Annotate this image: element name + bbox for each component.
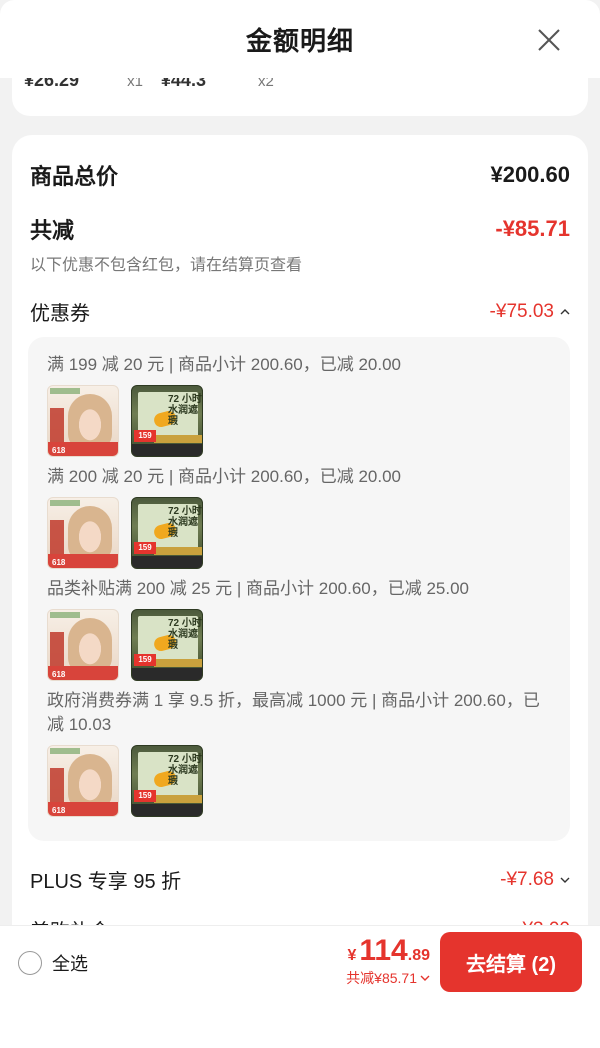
thumb-headline: 72 小时 水润遮瑕 xyxy=(168,618,202,651)
chevron-up-icon[interactable] xyxy=(560,307,570,317)
thumb-badge: 618 xyxy=(52,806,66,815)
thumb-price: 159 xyxy=(134,790,156,802)
product-thumbnail-1[interactable]: 618 xyxy=(47,609,119,681)
coupon-item-text: 政府消费券满 1 享 9.5 折，最高减 1000 元 | 商品小计 200.6… xyxy=(47,691,540,734)
payable-amount: ¥ 114 .89 共减¥85.71 xyxy=(346,934,430,988)
coupon-value: -¥75.03 xyxy=(489,300,554,322)
total-label: 商品总价 xyxy=(30,164,119,189)
coupon-item-text: 满 199 减 20 元 | 商品小计 200.60，已减 20.00 xyxy=(47,355,402,374)
thumb-price: 159 xyxy=(134,430,156,442)
product-thumbnail-2[interactable]: 72 小时 水润遮瑕 159 xyxy=(131,745,203,817)
coupon-item-text: 品类补贴满 200 减 25 元 | 商品小计 200.60，已减 25.00 xyxy=(47,579,470,598)
thumb-badge: 618 xyxy=(52,670,66,679)
total-value: ¥200.60 xyxy=(490,162,570,187)
plus-value: -¥7.68 xyxy=(500,868,554,890)
coupon-item: 满 199 减 20 元 | 商品小计 200.60，已减 20.00 618 … xyxy=(47,353,554,457)
close-icon xyxy=(538,29,560,51)
thumb-badge: 618 xyxy=(52,558,66,567)
amount-breakdown-card: 商品总价 ¥200.60 共减 -¥85.71 以下优惠不包含红包，请在结算页查… xyxy=(12,135,588,955)
chevron-down-icon[interactable] xyxy=(560,875,570,885)
select-all-toggle[interactable]: 全选 xyxy=(18,950,88,976)
bottom-safe-area xyxy=(0,997,600,1048)
product-thumbnail-1[interactable]: 618 xyxy=(47,497,119,569)
discount-note: 以下优惠不包含红包，请在结算页查看 xyxy=(30,257,303,274)
radio-unchecked-icon[interactable] xyxy=(18,951,42,975)
total-saved-toggle[interactable]: 共减¥85.71 xyxy=(346,968,430,988)
checkout-button[interactable]: 去结算 (2) xyxy=(440,932,582,992)
total-saved: 共减¥85.71 xyxy=(346,970,417,986)
pay-decimal: .89 xyxy=(407,947,430,964)
sheet-header: 金额明细 xyxy=(0,0,600,78)
coupon-item-text: 满 200 减 20 元 | 商品小计 200.60，已减 20.00 xyxy=(47,467,402,486)
close-button[interactable] xyxy=(536,27,562,53)
plus-label: PLUS 专享 95 折 xyxy=(30,871,182,893)
coupon-item: 品类补贴满 200 减 25 元 | 商品小计 200.60，已减 25.00 … xyxy=(47,577,554,681)
product-thumbnail-2[interactable]: 72 小时 水润遮瑕 159 xyxy=(131,609,203,681)
select-all-label: 全选 xyxy=(52,954,88,974)
thumb-badge: 618 xyxy=(52,446,66,455)
reduce-value: -¥85.71 xyxy=(495,216,570,241)
thumb-headline: 72 小时 水润遮瑕 xyxy=(168,394,202,427)
currency-symbol: ¥ xyxy=(347,947,357,964)
pay-integer: 114 xyxy=(359,934,408,967)
product-thumbnail-1[interactable]: 618 xyxy=(47,745,119,817)
checkout-bar: 全选 ¥ 114 .89 共减¥85.71 去结算 (2) xyxy=(0,925,600,997)
plus-discount-row[interactable]: PLUS 专享 95 折 -¥7.68 xyxy=(30,865,570,894)
sheet-title: 金额明细 xyxy=(245,25,354,56)
thumb-headline: 72 小时 水润遮瑕 xyxy=(168,754,202,787)
coupon-item: 政府消费券满 1 享 9.5 折，最高减 1000 元 | 商品小计 200.6… xyxy=(47,689,554,817)
reduce-label: 共减 xyxy=(30,218,75,243)
coupon-detail-list: 满 199 减 20 元 | 商品小计 200.60，已减 20.00 618 … xyxy=(28,337,570,841)
chevron-down-icon xyxy=(420,975,430,981)
thumb-price: 159 xyxy=(134,654,156,666)
coupon-item: 满 200 减 20 元 | 商品小计 200.60，已减 20.00 618 … xyxy=(47,465,554,569)
reduce-row: 共减 -¥85.71 xyxy=(30,213,570,245)
thumb-headline: 72 小时 水润遮瑕 xyxy=(168,506,202,539)
amount-detail-sheet: ¥26.29 x1 ¥44.3 x2 金额明细 商品总价 ¥200.60 共减 … xyxy=(0,0,600,1048)
product-thumbnail-1[interactable]: 618 xyxy=(47,385,119,457)
product-thumbnail-2[interactable]: 72 小时 水润遮瑕 159 xyxy=(131,385,203,457)
total-row: 商品总价 ¥200.60 xyxy=(30,159,570,191)
product-thumbnail-2[interactable]: 72 小时 水润遮瑕 159 xyxy=(131,497,203,569)
coupon-label: 优惠券 xyxy=(30,303,90,325)
coupon-row[interactable]: 优惠券 -¥75.03 xyxy=(30,297,570,326)
thumb-price: 159 xyxy=(134,542,156,554)
